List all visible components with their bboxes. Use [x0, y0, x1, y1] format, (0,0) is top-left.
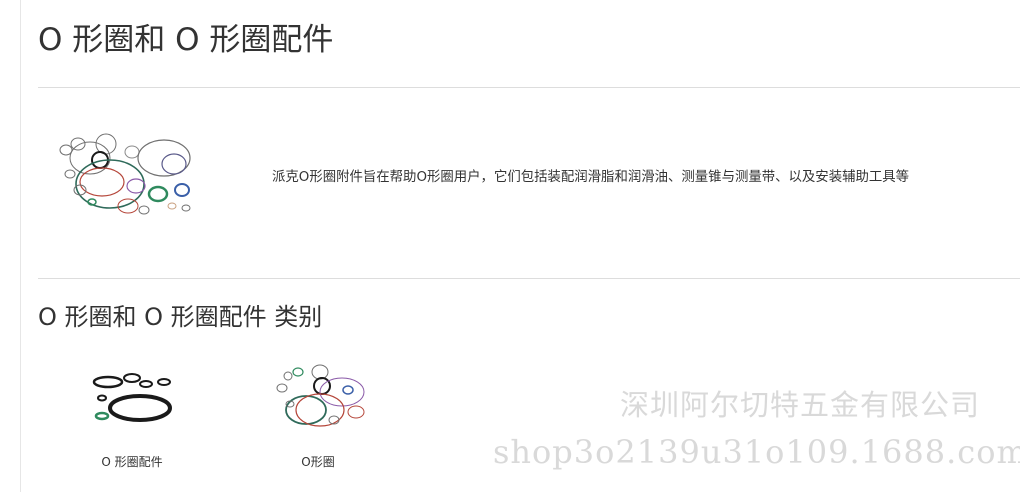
categories-section-title: O 形圈和 O 形圈配件 类别	[38, 303, 323, 331]
o-ring-accessories-icon	[92, 373, 172, 422]
page-title: O 形圈和 O 形圈配件	[38, 22, 334, 58]
o-rings-icon	[276, 364, 365, 427]
hero-image	[40, 128, 208, 220]
section-divider	[38, 278, 1020, 279]
o-rings-assortment-icon	[59, 133, 191, 215]
category-label[interactable]: O形圈	[258, 454, 378, 470]
left-border	[20, 0, 21, 492]
category-card-o-ring-accessories[interactable]: O 形圈配件	[72, 360, 192, 478]
category-label[interactable]: O 形圈配件	[72, 454, 192, 470]
top-divider	[38, 87, 1020, 88]
watermark-shop-url: shop3o2139u31o109.1688.com	[493, 433, 1020, 471]
category-card-o-rings[interactable]: O形圈	[258, 360, 378, 478]
watermark-company: 深圳阿尔切特五金有限公司	[620, 388, 981, 422]
hero-description: 派克O形圈附件旨在帮助O形圈用户，它们包括装配润滑脂和润滑油、测量锥与测量带、以…	[272, 170, 910, 185]
